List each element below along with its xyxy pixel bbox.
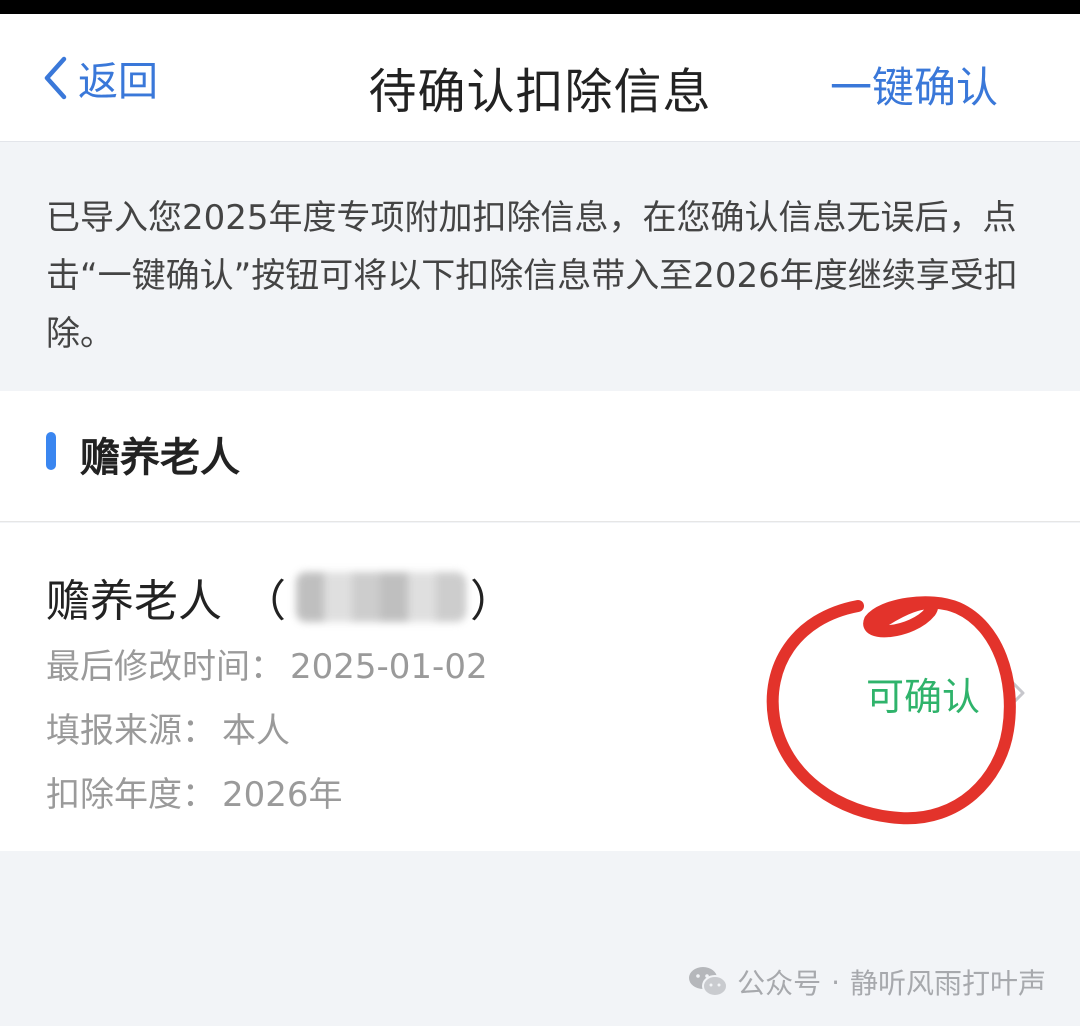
section-header: 赡养老人 (0, 391, 1080, 522)
notice-banner: 已导入您2025年度专项附加扣除信息，在您确认信息无误后，点击“一键确认”按钮可… (0, 143, 1080, 391)
deduction-year-label: 扣除年度： (46, 775, 216, 815)
source-label: 填报来源： (46, 711, 216, 751)
footer-account-name: 静听风雨打叶声 (849, 967, 1046, 1000)
source-value: 本人 (222, 711, 290, 751)
modified-time-value: 2025-01-02 (290, 647, 488, 687)
wechat-icon (689, 967, 729, 997)
status-badge[interactable]: 可确认 (866, 666, 980, 721)
deduction-item-card[interactable]: 赡养老人 （ ） 最后修改时间： 2025-01-02 填报来源： 本人 扣除年度：… (0, 523, 1080, 851)
card-paren-close: ） (470, 576, 514, 627)
status-bar (0, 0, 1080, 14)
redacted-name (296, 572, 466, 622)
navigation-bar: 返回 待确认扣除信息 一键确认 (0, 14, 1080, 142)
modified-time-label: 最后修改时间： (46, 647, 284, 687)
footer-account-label: 公众号 (737, 967, 822, 1000)
card-paren-open: （ (242, 576, 286, 627)
chevron-right-icon[interactable] (1002, 673, 1028, 713)
confirm-all-button[interactable]: 一键确认 (830, 54, 998, 115)
source-row: 填报来源： 本人 (46, 703, 290, 752)
modified-time-row: 最后修改时间： 2025-01-02 (46, 639, 488, 688)
notice-text: 已导入您2025年度专项附加扣除信息，在您确认信息无误后，点击“一键确认”按钮可… (46, 198, 1018, 354)
section-title: 赡养老人 (80, 435, 240, 481)
footer-separator: · (831, 965, 840, 999)
card-title-row: 赡养老人 （ ） (46, 565, 514, 629)
section-indicator (46, 432, 56, 470)
deduction-year-row: 扣除年度： 2026年 (46, 767, 343, 816)
watermark-footer: 公众号 · 静听风雨打叶声 (687, 962, 1046, 1002)
deduction-year-value: 2026年 (222, 775, 343, 815)
card-title: 赡养老人 (46, 576, 222, 627)
